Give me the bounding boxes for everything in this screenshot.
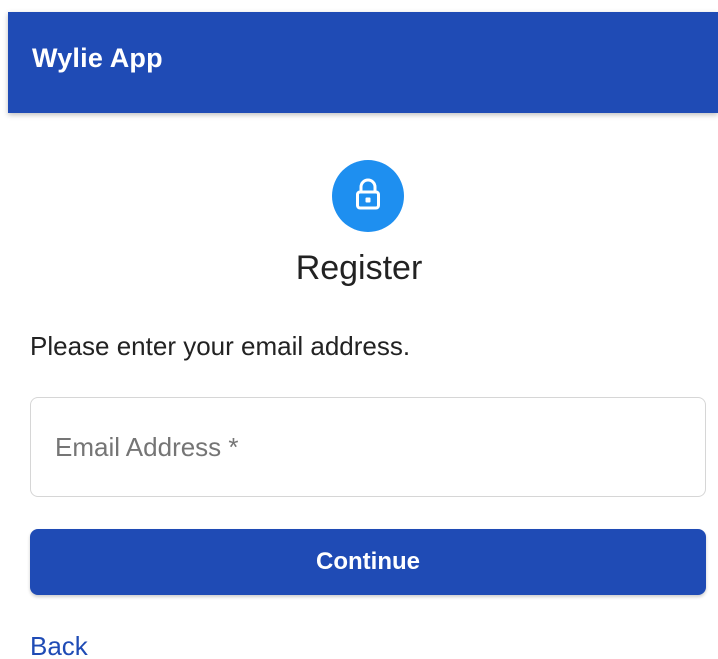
lock-icon [356,178,380,210]
page-title: Register [295,249,423,287]
back-link[interactable]: Back [30,631,88,659]
continue-button[interactable]: Continue [30,529,706,595]
email-field[interactable] [30,397,706,497]
lock-avatar [332,160,404,232]
register-page: Wylie App Register Please enter your ema… [0,0,718,659]
app-title: Wylie App [32,43,163,73]
app-bar: Wylie App [8,12,718,113]
instructions-text: Please enter your email address. [30,331,411,361]
